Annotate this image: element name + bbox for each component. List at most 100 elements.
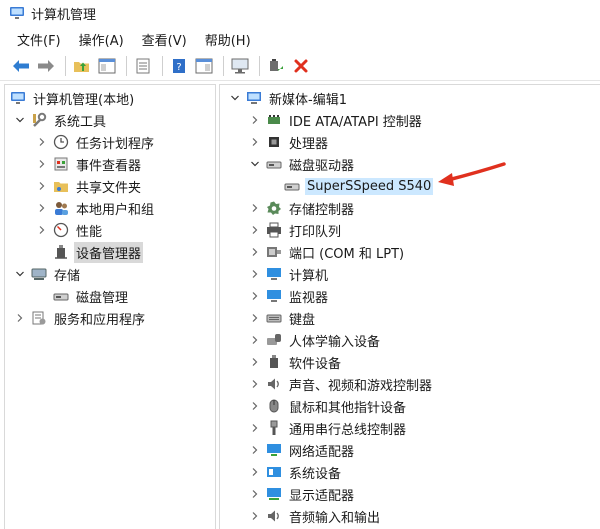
- device-category-ports[interactable]: 端口 (COM 和 LPT): [248, 241, 406, 263]
- hid-icon: [267, 334, 281, 345]
- device-category-keyboards[interactable]: 键盘: [248, 307, 317, 329]
- device-category-disk-drives[interactable]: 磁盘驱动器: [248, 153, 356, 175]
- device-category-audio-io[interactable]: 音频输入和输出: [248, 505, 382, 527]
- up-level-button[interactable]: [71, 55, 93, 77]
- svg-text:?: ?: [176, 62, 181, 73]
- chevron-right-icon[interactable]: [248, 223, 262, 237]
- tree-item-computer-management[interactable]: 计算机管理(本地): [10, 87, 136, 109]
- device-category-label: 监视器: [289, 290, 329, 306]
- tree-item-label: 共享文件夹: [76, 180, 142, 196]
- chevron-right-icon[interactable]: [248, 355, 262, 369]
- chevron-right-icon[interactable]: [248, 399, 262, 413]
- export-list-button[interactable]: [132, 55, 154, 77]
- chevron-right-icon[interactable]: [35, 201, 49, 215]
- chevron-right-icon[interactable]: [248, 377, 262, 391]
- chevron-right-icon[interactable]: [35, 223, 49, 237]
- device-category-label: 存储控制器: [289, 202, 355, 218]
- device-category-processor[interactable]: 处理器: [248, 131, 330, 153]
- device-category-hid[interactable]: 人体学输入设备: [248, 329, 382, 351]
- tree-item-label: 磁盘管理: [76, 290, 129, 306]
- chevron-down-icon[interactable]: [228, 91, 242, 105]
- console-tree-pane: 计算机管理(本地) 系统工具 任务计划程序 事件查看器 共享文件夹 本地用户和组…: [4, 84, 216, 529]
- tree-item-services-applications[interactable]: 服务和应用程序: [13, 307, 147, 329]
- tree-item-label: 任务计划程序: [76, 136, 155, 152]
- chevron-right-icon[interactable]: [35, 157, 49, 171]
- tree-item-label: 系统工具: [54, 114, 107, 130]
- properties-button[interactable]: [193, 55, 215, 77]
- forward-button[interactable]: [35, 55, 57, 77]
- chevron-right-icon[interactable]: [248, 465, 262, 479]
- tree-item-storage[interactable]: 存储: [13, 263, 82, 285]
- device-category-computer[interactable]: 计算机: [248, 263, 330, 285]
- device-category-mice[interactable]: 鼠标和其他指针设备: [248, 395, 408, 417]
- chevron-right-icon[interactable]: [35, 135, 49, 149]
- device-category-usb[interactable]: 通用串行总线控制器: [248, 417, 408, 439]
- device-category-software-devices[interactable]: 软件设备: [248, 351, 343, 373]
- chevron-down-icon[interactable]: [13, 113, 27, 127]
- device-supersspeed-s540[interactable]: SuperSSpeed S540: [284, 175, 434, 197]
- chevron-down-icon[interactable]: [248, 157, 262, 171]
- scan-hardware-button[interactable]: [229, 55, 251, 77]
- device-category-label: 显示适配器: [289, 488, 355, 504]
- device-update-icon: [270, 59, 283, 71]
- chevron-right-icon[interactable]: [248, 289, 262, 303]
- menu-help[interactable]: 帮助(H): [196, 30, 260, 49]
- device-category-monitors[interactable]: 监视器: [248, 285, 330, 307]
- disk-icon: [53, 293, 69, 301]
- tree-item-local-users-groups[interactable]: 本地用户和组: [35, 197, 156, 219]
- tree-item-device-manager[interactable]: 设备管理器: [53, 241, 144, 263]
- close-icon: [294, 59, 308, 73]
- chevron-right-icon[interactable]: [248, 113, 262, 127]
- tree-item-disk-management[interactable]: 磁盘管理: [53, 285, 130, 307]
- tree-item-event-viewer[interactable]: 事件查看器: [35, 153, 143, 175]
- processor-icon: [269, 137, 279, 147]
- update-driver-button[interactable]: [265, 55, 287, 77]
- show-hide-tree-button[interactable]: [96, 55, 118, 77]
- chevron-right-icon[interactable]: [248, 421, 262, 435]
- chevron-right-icon[interactable]: [248, 135, 262, 149]
- shared-folder-icon: [54, 182, 68, 192]
- device-category-sound[interactable]: 声音、视频和游戏控制器: [248, 373, 434, 395]
- device-category-print-queues[interactable]: 打印队列: [248, 219, 343, 241]
- chevron-down-icon[interactable]: [13, 267, 27, 281]
- chevron-right-icon[interactable]: [248, 333, 262, 347]
- chevron-right-icon[interactable]: [248, 267, 262, 281]
- device-category-system-devices[interactable]: 系统设备: [248, 461, 343, 483]
- device-category-label: 人体学输入设备: [289, 334, 381, 350]
- network-adapter-icon: [267, 444, 281, 456]
- help-icon: ?: [173, 59, 185, 73]
- users-icon: [55, 202, 68, 215]
- tree-item-system-tools[interactable]: 系统工具: [13, 109, 108, 131]
- device-category-ide[interactable]: IDE ATA/ATAPI 控制器: [248, 109, 424, 131]
- menu-view[interactable]: 查看(V): [133, 30, 196, 49]
- chevron-right-icon[interactable]: [248, 509, 262, 523]
- performance-icon: [53, 222, 69, 238]
- device-category-display-adapters[interactable]: 显示适配器: [248, 483, 356, 505]
- usb-icon: [270, 420, 278, 435]
- chevron-right-icon[interactable]: [248, 311, 262, 325]
- list-icon: [136, 58, 150, 74]
- chevron-right-icon[interactable]: [13, 311, 27, 325]
- chevron-right-icon[interactable]: [248, 487, 262, 501]
- chevron-right-icon[interactable]: [248, 245, 262, 259]
- device-category-label: 软件设备: [289, 356, 342, 372]
- disk-drive-icon: [284, 183, 300, 191]
- tree-item-performance[interactable]: 性能: [35, 219, 104, 241]
- tree-item-task-scheduler[interactable]: 任务计划程序: [35, 131, 156, 153]
- tree-item-shared-folders[interactable]: 共享文件夹: [35, 175, 143, 197]
- device-category-network-adapters[interactable]: 网络适配器: [248, 439, 356, 461]
- menu-file[interactable]: 文件(F): [8, 30, 70, 49]
- software-device-icon: [270, 355, 278, 368]
- monitor-icon: [267, 290, 281, 302]
- back-button[interactable]: [10, 55, 32, 77]
- chevron-right-icon[interactable]: [248, 201, 262, 215]
- chevron-right-icon[interactable]: [35, 179, 49, 193]
- device-category-label: 声音、视频和游戏控制器: [289, 378, 433, 394]
- uninstall-button[interactable]: [290, 55, 312, 77]
- help-button[interactable]: ?: [168, 55, 190, 77]
- device-root-computer[interactable]: 新媒体-编辑1: [228, 87, 349, 109]
- menu-action[interactable]: 操作(A): [70, 30, 133, 49]
- device-category-storage-controllers[interactable]: 存储控制器: [248, 197, 356, 219]
- device-category-label: 网络适配器: [289, 444, 355, 460]
- chevron-right-icon[interactable]: [248, 443, 262, 457]
